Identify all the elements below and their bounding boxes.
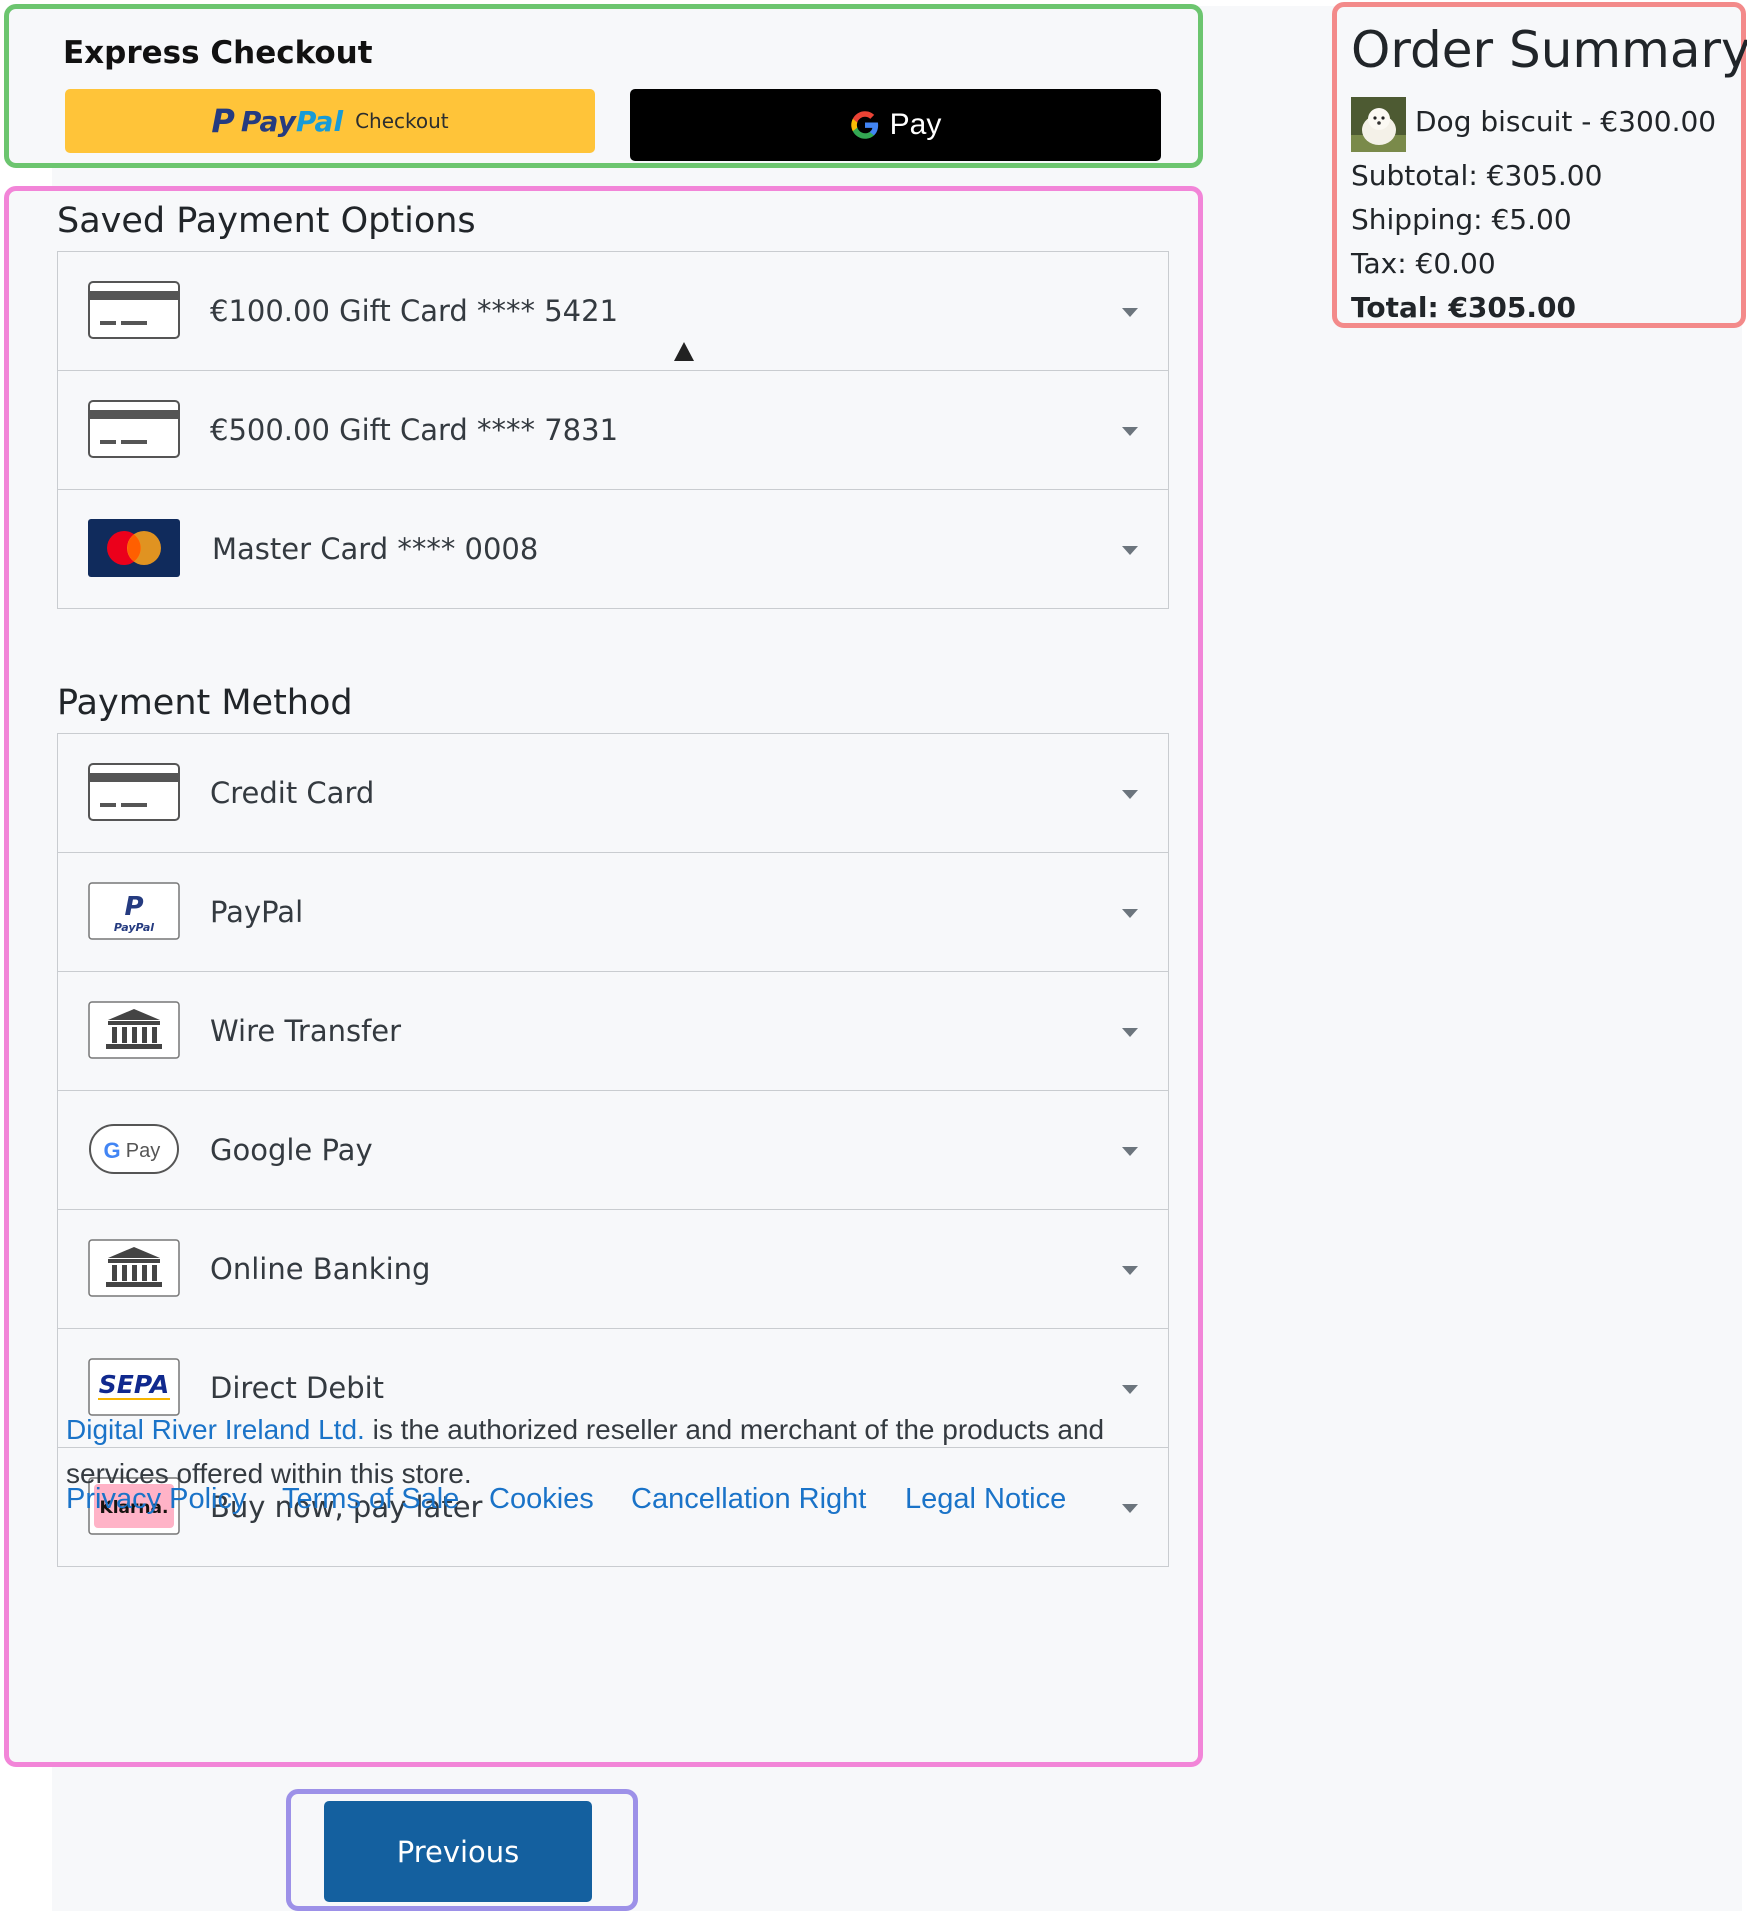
gift-card-icon <box>88 400 180 458</box>
paypal-checkout-button[interactable]: P PayPal Checkout <box>65 89 595 153</box>
payment-options-panel: Saved Payment Options €100.00 Gift Card … <box>4 186 1203 1767</box>
google-g-icon <box>850 111 878 139</box>
method-online-banking[interactable]: Online Banking <box>58 1210 1168 1329</box>
method-google-pay[interactable]: G Pay Google Pay <box>58 1091 1168 1210</box>
cancellation-right-link[interactable]: Cancellation Right <box>631 1483 866 1516</box>
express-checkout-title: Express Checkout <box>63 35 373 71</box>
svg-text:P: P <box>124 892 143 922</box>
method-wire-transfer[interactable]: Wire Transfer <box>58 972 1168 1091</box>
gpay-badge-text: Pay <box>126 1140 160 1162</box>
order-summary-title: Order Summary <box>1351 21 1747 79</box>
method-label: Online Banking <box>210 1252 431 1286</box>
method-credit-card[interactable]: Credit Card <box>58 734 1168 853</box>
saved-option-label: Master Card **** 0008 <box>212 532 539 566</box>
chevron-down-icon <box>1122 1266 1138 1275</box>
google-pay-button[interactable]: Pay <box>630 89 1161 161</box>
method-label: PayPal <box>210 895 304 929</box>
order-item-line: Dog biscuit - €300.00 <box>1415 105 1717 138</box>
chevron-down-icon <box>1122 308 1138 317</box>
paypal-checkout-label: Checkout <box>355 109 449 133</box>
privacy-policy-link[interactable]: Privacy Policy <box>66 1483 247 1516</box>
paypal-icon-text: PayPal <box>114 921 154 934</box>
terms-of-sale-link[interactable]: Terms of Sale <box>282 1483 459 1516</box>
svg-text:G: G <box>103 1138 120 1163</box>
chevron-down-icon <box>1122 790 1138 799</box>
gift-card-icon <box>88 281 180 339</box>
google-pay-icon: G Pay <box>89 1124 179 1174</box>
cookies-link[interactable]: Cookies <box>489 1483 594 1516</box>
chevron-down-icon <box>1122 546 1138 555</box>
saved-option-gift-card-7831[interactable]: €500.00 Gift Card **** 7831 <box>58 371 1168 490</box>
saved-option-gift-card-5421[interactable]: €100.00 Gift Card **** 5421 <box>58 252 1168 371</box>
method-label: Google Pay <box>210 1133 373 1167</box>
bank-icon <box>88 1239 180 1297</box>
merchant-link[interactable]: Digital River Ireland Ltd. <box>66 1414 365 1445</box>
legal-notice-link[interactable]: Legal Notice <box>905 1483 1066 1516</box>
method-label: Credit Card <box>210 776 375 810</box>
chevron-down-icon <box>1122 427 1138 436</box>
saved-option-mastercard-0008[interactable]: Master Card **** 0008 <box>58 490 1168 608</box>
saved-option-label: €500.00 Gift Card **** 7831 <box>210 413 619 447</box>
payment-method-title: Payment Method <box>57 683 353 723</box>
google-pay-label: Pay <box>889 108 942 141</box>
subtotal-line: Subtotal: €305.00 <box>1351 159 1603 192</box>
dog-product-thumbnail <box>1351 97 1406 152</box>
chevron-down-icon <box>1122 1504 1138 1513</box>
chevron-down-icon <box>1122 1028 1138 1037</box>
saved-option-label: €100.00 Gift Card **** 5421 <box>210 294 619 328</box>
chevron-down-icon <box>1122 1385 1138 1394</box>
method-paypal[interactable]: P PayPal PayPal <box>58 853 1168 972</box>
chevron-down-icon <box>1122 1147 1138 1156</box>
paypal-icon: P PayPal <box>88 882 180 940</box>
credit-card-icon <box>88 763 180 821</box>
method-label: Wire Transfer <box>210 1014 402 1048</box>
bank-icon <box>88 1001 180 1059</box>
shipping-line: Shipping: €5.00 <box>1351 203 1572 236</box>
total-line: Total: €305.00 <box>1351 291 1576 324</box>
saved-payment-options-title: Saved Payment Options <box>57 201 476 241</box>
mastercard-icon <box>88 519 180 577</box>
express-checkout-panel: Express Checkout P PayPal Checkout Pay <box>4 4 1203 168</box>
saved-payment-list: €100.00 Gift Card **** 5421 €500.00 Gift… <box>57 251 1169 609</box>
sepa-text: SEPA <box>99 1370 169 1399</box>
order-summary-panel: Order Summary Dog biscuit - €300.00 Subt… <box>1332 2 1747 328</box>
paypal-wordmark: PayPal <box>240 104 344 138</box>
tax-line: Tax: €0.00 <box>1351 247 1496 280</box>
previous-button[interactable]: Previous <box>324 1801 592 1902</box>
mouse-cursor-icon <box>674 342 694 361</box>
chevron-down-icon <box>1122 909 1138 918</box>
paypal-logo-icon: P <box>211 102 235 140</box>
